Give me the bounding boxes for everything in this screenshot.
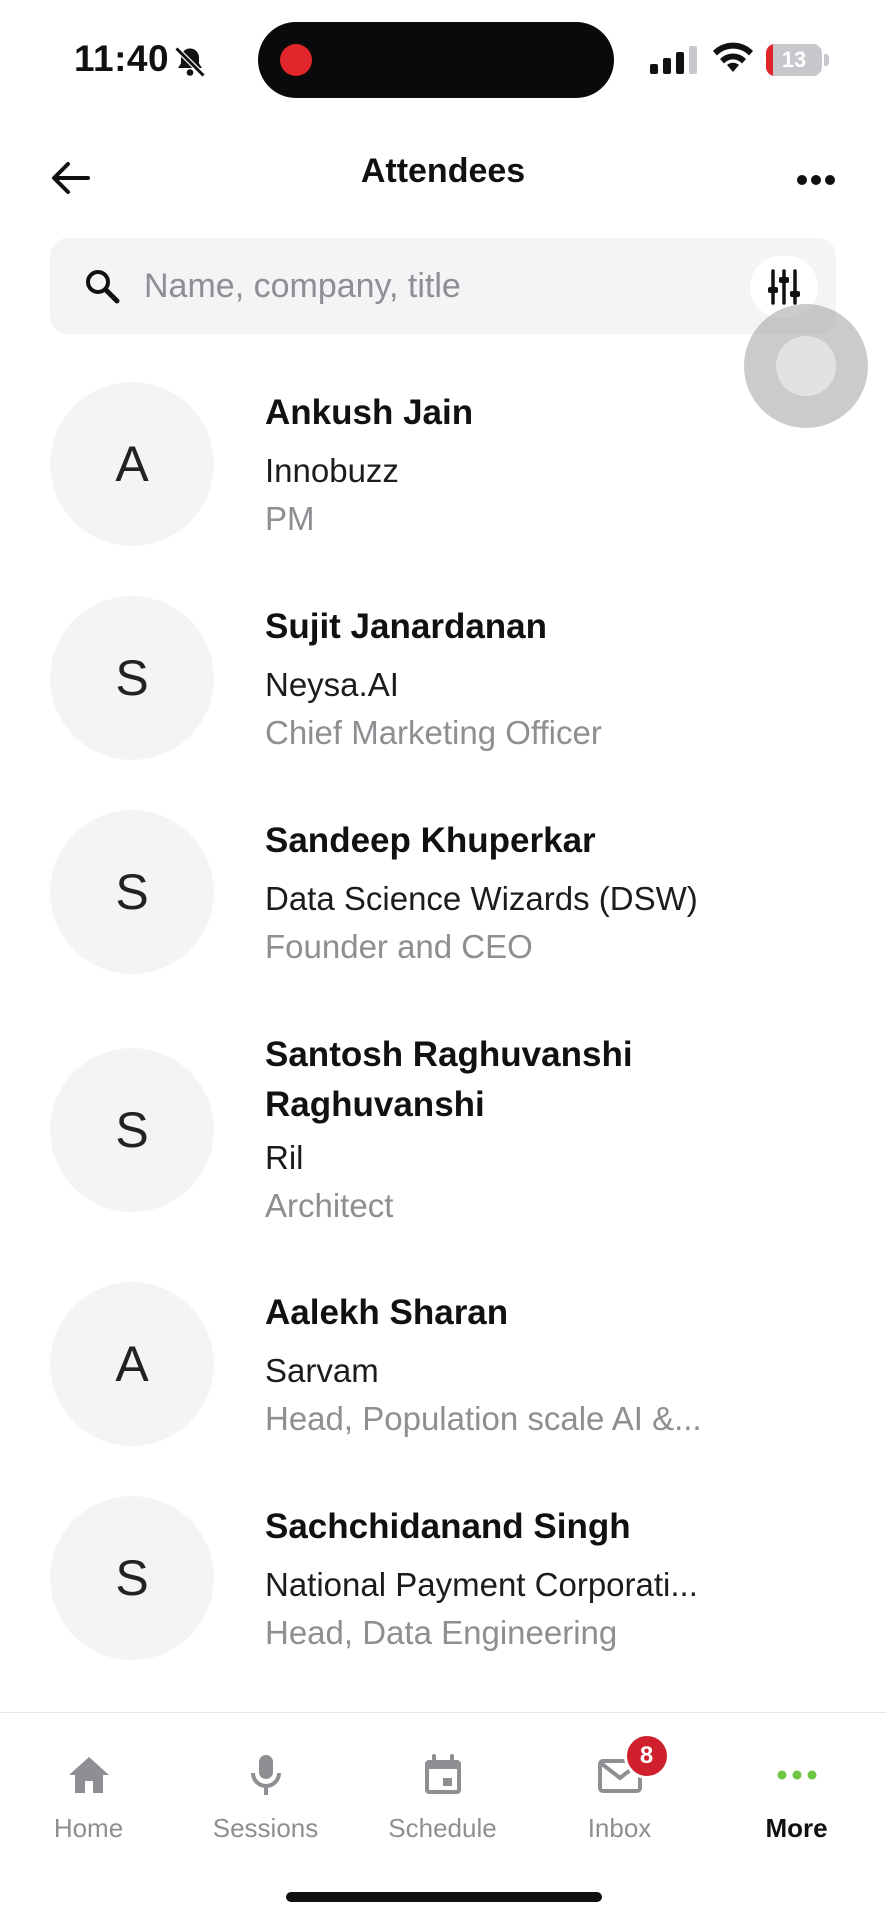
home-icon bbox=[68, 1757, 109, 1793]
sliders-icon bbox=[768, 269, 800, 305]
attendee-company: Ril bbox=[265, 1139, 304, 1176]
attendee-name: Santosh Raghuvanshi Raghuvanshi bbox=[265, 1035, 633, 1124]
home-indicator bbox=[286, 1892, 602, 1902]
attendee-name: Sandeep Khuperkar bbox=[265, 821, 596, 860]
avatar: A bbox=[50, 382, 214, 546]
attendee-company: Sarvam bbox=[265, 1352, 379, 1389]
attendee-company: Neysa.AI bbox=[265, 666, 399, 703]
ellipsis-icon bbox=[797, 175, 835, 185]
tab-label: More bbox=[765, 1813, 828, 1843]
attendee-name: Ankush Jain bbox=[265, 393, 474, 432]
page-title: Attendees bbox=[360, 152, 526, 190]
bell-muted-icon bbox=[174, 46, 206, 78]
microphone-icon bbox=[250, 1755, 281, 1795]
status-time: 11:40 bbox=[74, 38, 170, 79]
attendee-title: Chief Marketing Officer bbox=[265, 714, 602, 751]
tab-label: Sessions bbox=[212, 1813, 319, 1843]
avatar: S bbox=[50, 596, 214, 760]
wifi-icon bbox=[713, 42, 753, 72]
dynamic-island bbox=[258, 22, 614, 98]
attendee-title: Head, Population scale AI &... bbox=[265, 1400, 702, 1437]
attendee-name: Sachchidanand Singh bbox=[265, 1507, 631, 1546]
battery-icon: 13 bbox=[766, 44, 830, 76]
avatar: S bbox=[50, 810, 214, 974]
tab-sessions[interactable]: Sessions bbox=[177, 1713, 354, 1883]
more-options-button[interactable] bbox=[786, 150, 846, 210]
tab-schedule[interactable]: Schedule bbox=[354, 1713, 531, 1883]
unread-badge: 8 bbox=[623, 1733, 670, 1779]
search-icon bbox=[86, 270, 120, 304]
tab-more[interactable]: More bbox=[708, 1713, 885, 1883]
attendee-company: National Payment Corporati... bbox=[265, 1566, 698, 1603]
cellular-signal-icon bbox=[650, 46, 697, 74]
top-navigation-bar: Attendees bbox=[0, 120, 886, 230]
attendee-title: Head, Data Engineering bbox=[265, 1614, 618, 1651]
tab-label: Schedule bbox=[388, 1813, 497, 1843]
attendee-name: Aalekh Sharan bbox=[265, 1293, 509, 1332]
attendee-company: Data Science Wizards (DSW) bbox=[265, 880, 698, 917]
attendee-title: PM bbox=[265, 500, 315, 537]
avatar: A bbox=[50, 1282, 214, 1446]
avatar: S bbox=[50, 1496, 214, 1660]
attendee-title: Founder and CEO bbox=[265, 928, 533, 965]
calendar-icon bbox=[424, 1754, 461, 1794]
battery-level: 13 bbox=[781, 47, 807, 72]
status-bar: 11:40 13 bbox=[0, 0, 886, 120]
recording-indicator bbox=[280, 44, 312, 76]
avatar: S bbox=[50, 1048, 214, 1212]
tab-home[interactable]: Home bbox=[0, 1713, 177, 1883]
tab-label: Home bbox=[53, 1813, 124, 1843]
tab-label: Inbox bbox=[587, 1813, 652, 1843]
bottom-tab-bar: Home Sessions Schedule 8 Inbox More bbox=[0, 1712, 886, 1921]
attendee-title: Architect bbox=[265, 1187, 394, 1224]
attendee-company: Innobuzz bbox=[265, 452, 399, 489]
search-input[interactable] bbox=[144, 238, 704, 334]
tab-inbox[interactable]: 8 Inbox bbox=[531, 1713, 708, 1883]
more-dots-icon bbox=[777, 1770, 816, 1780]
attendee-name: Sujit Janardanan bbox=[265, 607, 548, 646]
search-bar bbox=[50, 238, 836, 334]
